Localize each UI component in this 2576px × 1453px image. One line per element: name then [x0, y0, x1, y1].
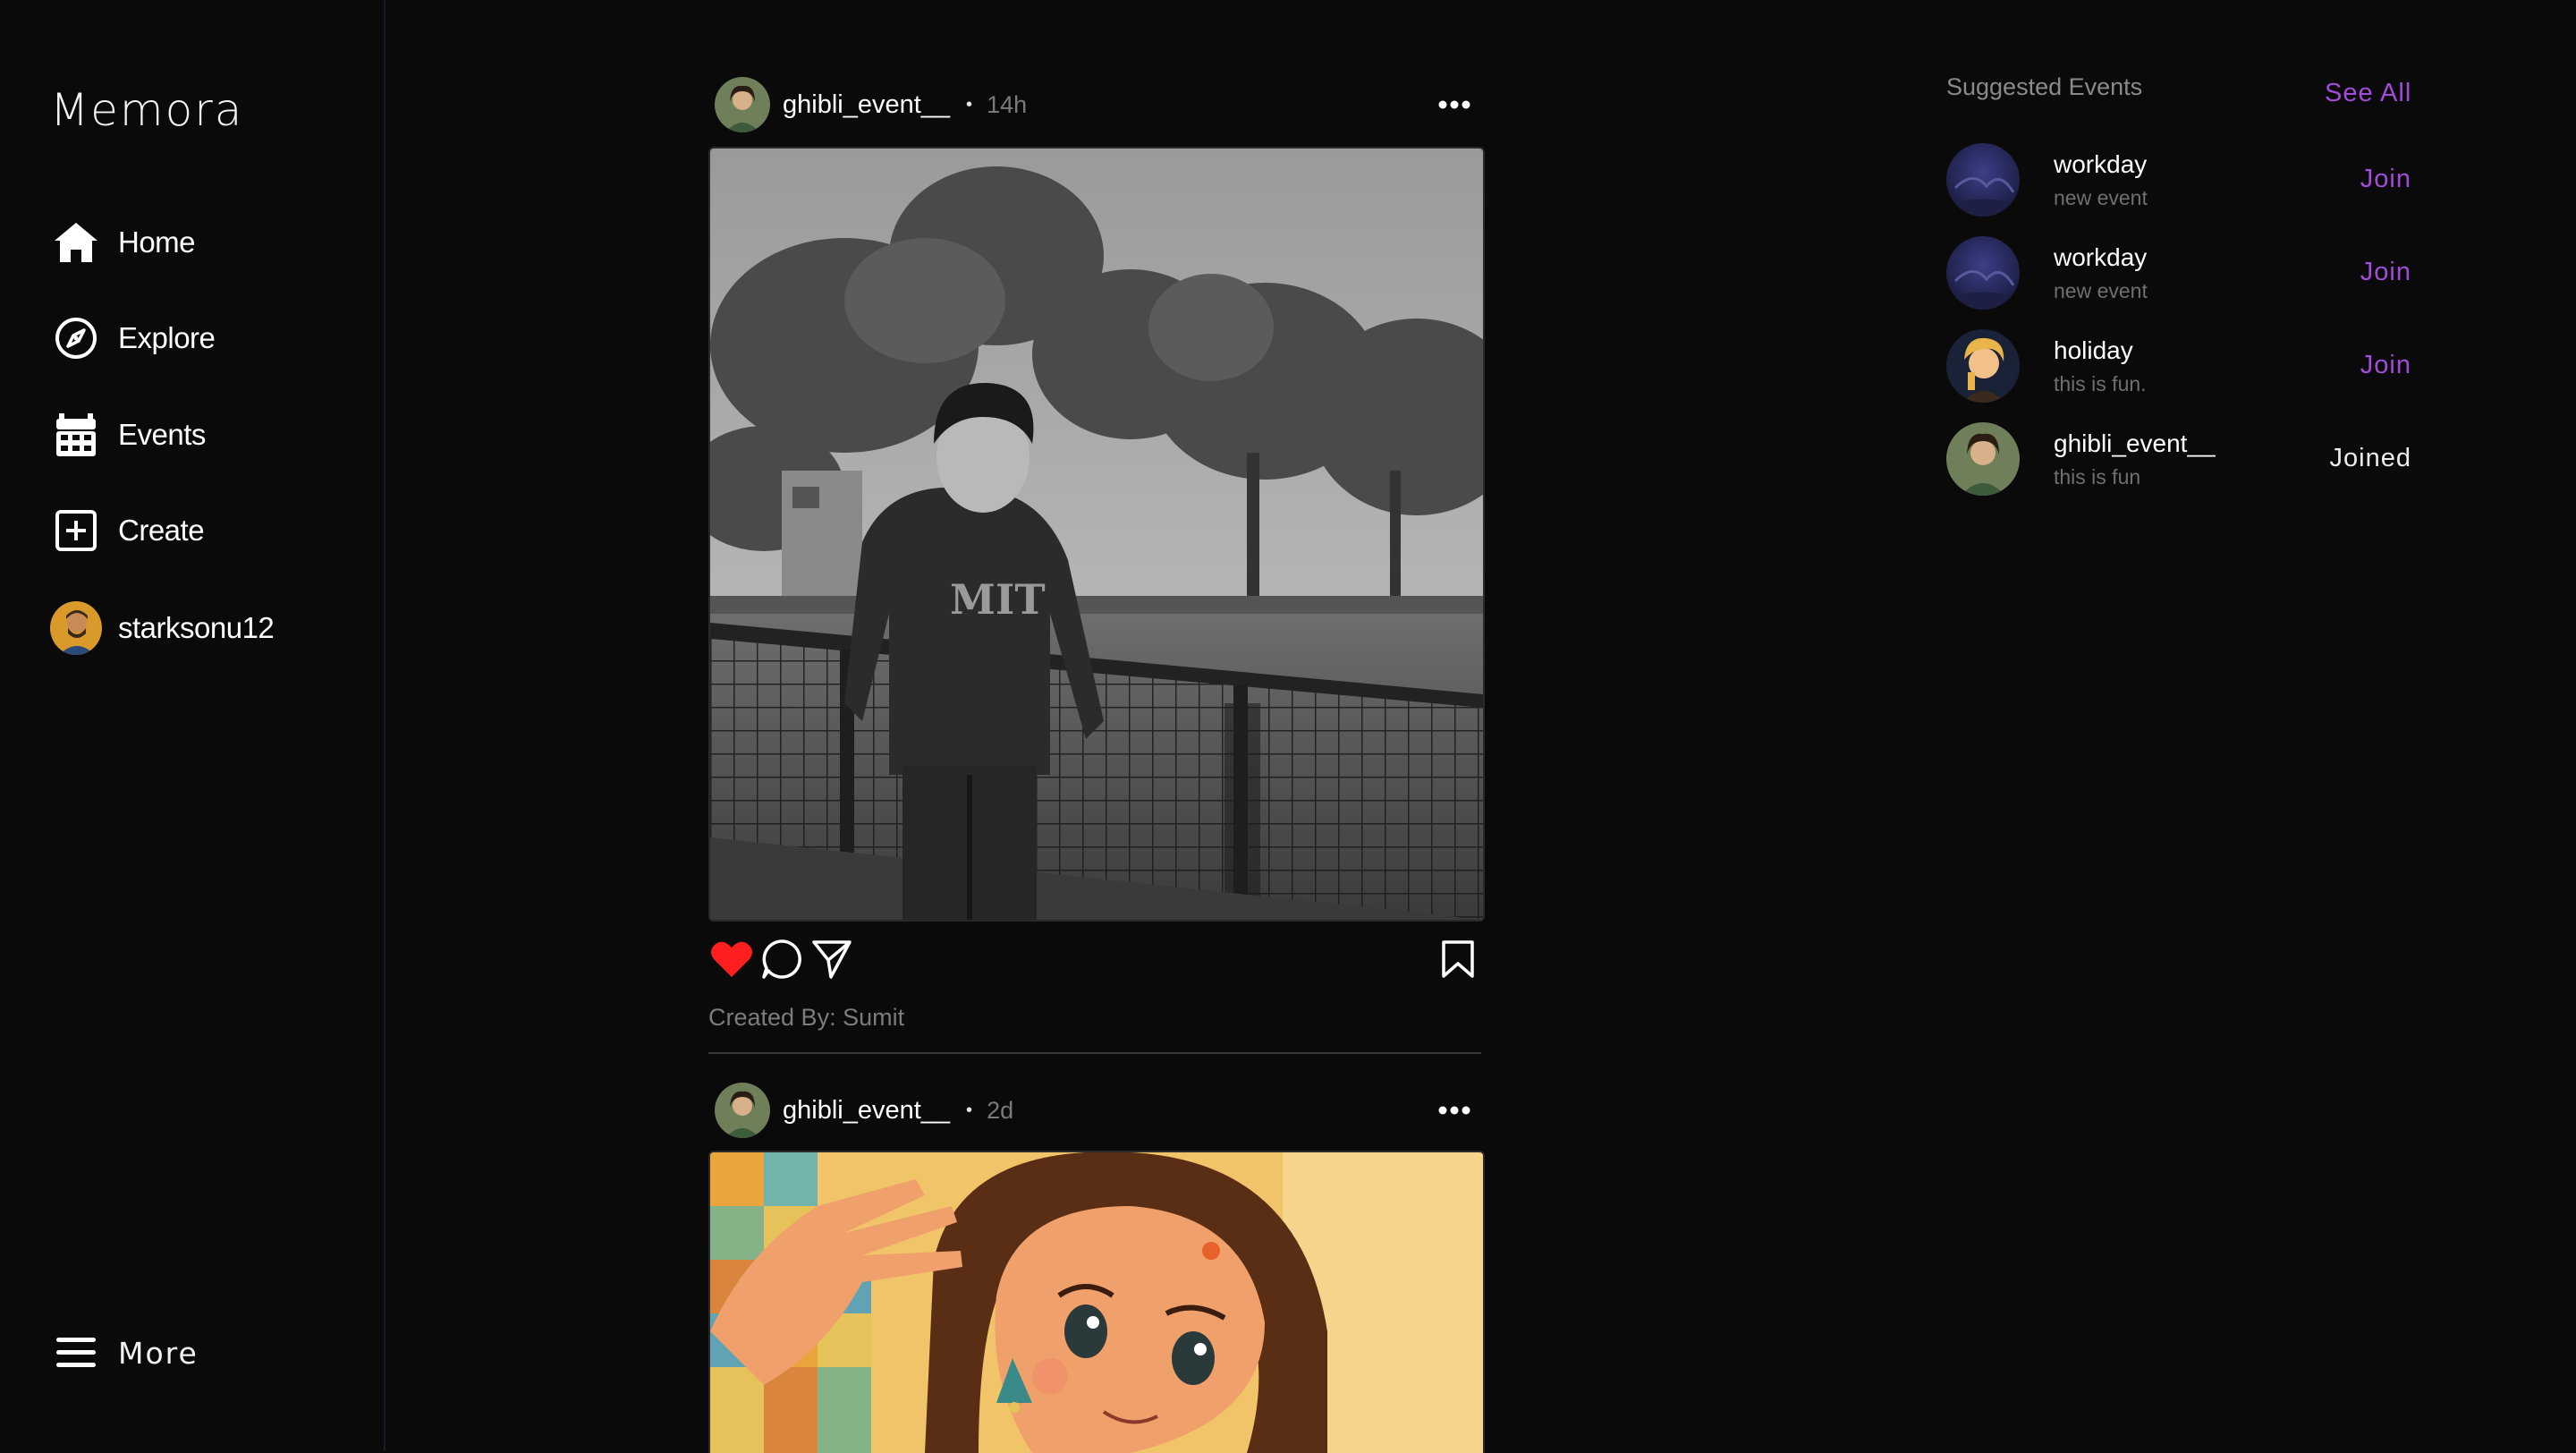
sidebar-item-profile[interactable]: starksonu12	[50, 597, 275, 659]
more-label: More	[118, 1335, 199, 1371]
home-icon	[50, 217, 102, 268]
post-divider	[708, 1052, 1481, 1054]
share-icon[interactable]	[809, 934, 855, 984]
brand-logo[interactable]: Memora	[50, 84, 243, 136]
suggested-event-row[interactable]: ghibli_event__ this is fun Joined	[1946, 422, 2411, 497]
calendar-icon	[50, 409, 102, 461]
sidebar-item-label: starksonu12	[118, 611, 275, 644]
event-name: workday	[2054, 150, 2148, 178]
more-button[interactable]: More	[50, 1321, 199, 1384]
event-description: new event	[2054, 279, 2148, 302]
avatar[interactable]	[715, 77, 770, 132]
plus-square-icon	[50, 505, 102, 557]
join-button[interactable]: Join	[2360, 165, 2411, 194]
post-username[interactable]: ghibli_event__	[783, 1096, 950, 1126]
event-avatar[interactable]	[1946, 143, 2020, 217]
post-caption: Created By: Sumit	[708, 1004, 905, 1031]
suggested-event-row[interactable]: holiday this is fun. Join	[1946, 329, 2411, 404]
menu-icon	[50, 1327, 102, 1379]
more-options-icon[interactable]	[1428, 1079, 1481, 1142]
post-image[interactable]: MIT	[708, 147, 1485, 922]
event-avatar[interactable]	[1946, 422, 2020, 496]
profile-avatar-wrap	[50, 601, 102, 655]
see-all-link[interactable]: See All	[2325, 79, 2411, 108]
post-header: ghibli_event__ • 14h	[712, 73, 1481, 136]
join-button[interactable]: Join	[2360, 351, 2411, 380]
sidebar-item-label: Events	[118, 418, 206, 451]
post-actions	[708, 934, 1481, 988]
event-description: new event	[2054, 186, 2148, 209]
event-description: this is fun	[2054, 465, 2141, 489]
sidebar-item-home[interactable]: Home	[50, 211, 196, 274]
sidebar-item-label: Explore	[118, 321, 216, 354]
comment-icon[interactable]	[758, 934, 805, 984]
heart-icon[interactable]	[708, 934, 755, 984]
sidebar-item-events[interactable]: Events	[50, 404, 206, 466]
sidebar-item-label: Home	[118, 225, 196, 259]
compass-icon	[50, 312, 102, 364]
sidebar-item-label: Create	[118, 514, 205, 547]
event-avatar[interactable]	[1946, 329, 2020, 403]
event-name: ghibli_event__	[2054, 429, 2216, 457]
post-header: ghibli_event__ • 2d	[712, 1079, 1481, 1142]
avatar[interactable]	[715, 1083, 770, 1138]
event-description: this is fun.	[2054, 372, 2147, 395]
suggested-event-row[interactable]: workday new event Join	[1946, 236, 2411, 311]
post-time: 14h	[987, 90, 1028, 118]
event-name: workday	[2054, 243, 2148, 271]
post-image[interactable]	[708, 1151, 1485, 1453]
joined-button[interactable]: Joined	[2330, 444, 2411, 473]
post-username[interactable]: ghibli_event__	[783, 90, 950, 120]
event-avatar[interactable]	[1946, 236, 2020, 310]
more-options-icon[interactable]	[1428, 73, 1481, 136]
suggested-events-title: Suggested Events	[1946, 73, 2143, 100]
join-button[interactable]: Join	[2360, 258, 2411, 287]
separator-dot: •	[966, 94, 973, 115]
post-time: 2d	[987, 1096, 1014, 1124]
sidebar-item-explore[interactable]: Explore	[50, 307, 216, 370]
bookmark-icon[interactable]	[1435, 934, 1481, 984]
event-name: holiday	[2054, 336, 2133, 364]
sidebar: Memora Home Explore Events Create starks…	[0, 0, 386, 1451]
svg-text:MIT: MIT	[950, 575, 1046, 624]
separator-dot: •	[966, 1100, 973, 1120]
sidebar-item-create[interactable]: Create	[50, 499, 205, 562]
suggested-event-row[interactable]: workday new event Join	[1946, 143, 2411, 218]
avatar	[50, 601, 102, 655]
